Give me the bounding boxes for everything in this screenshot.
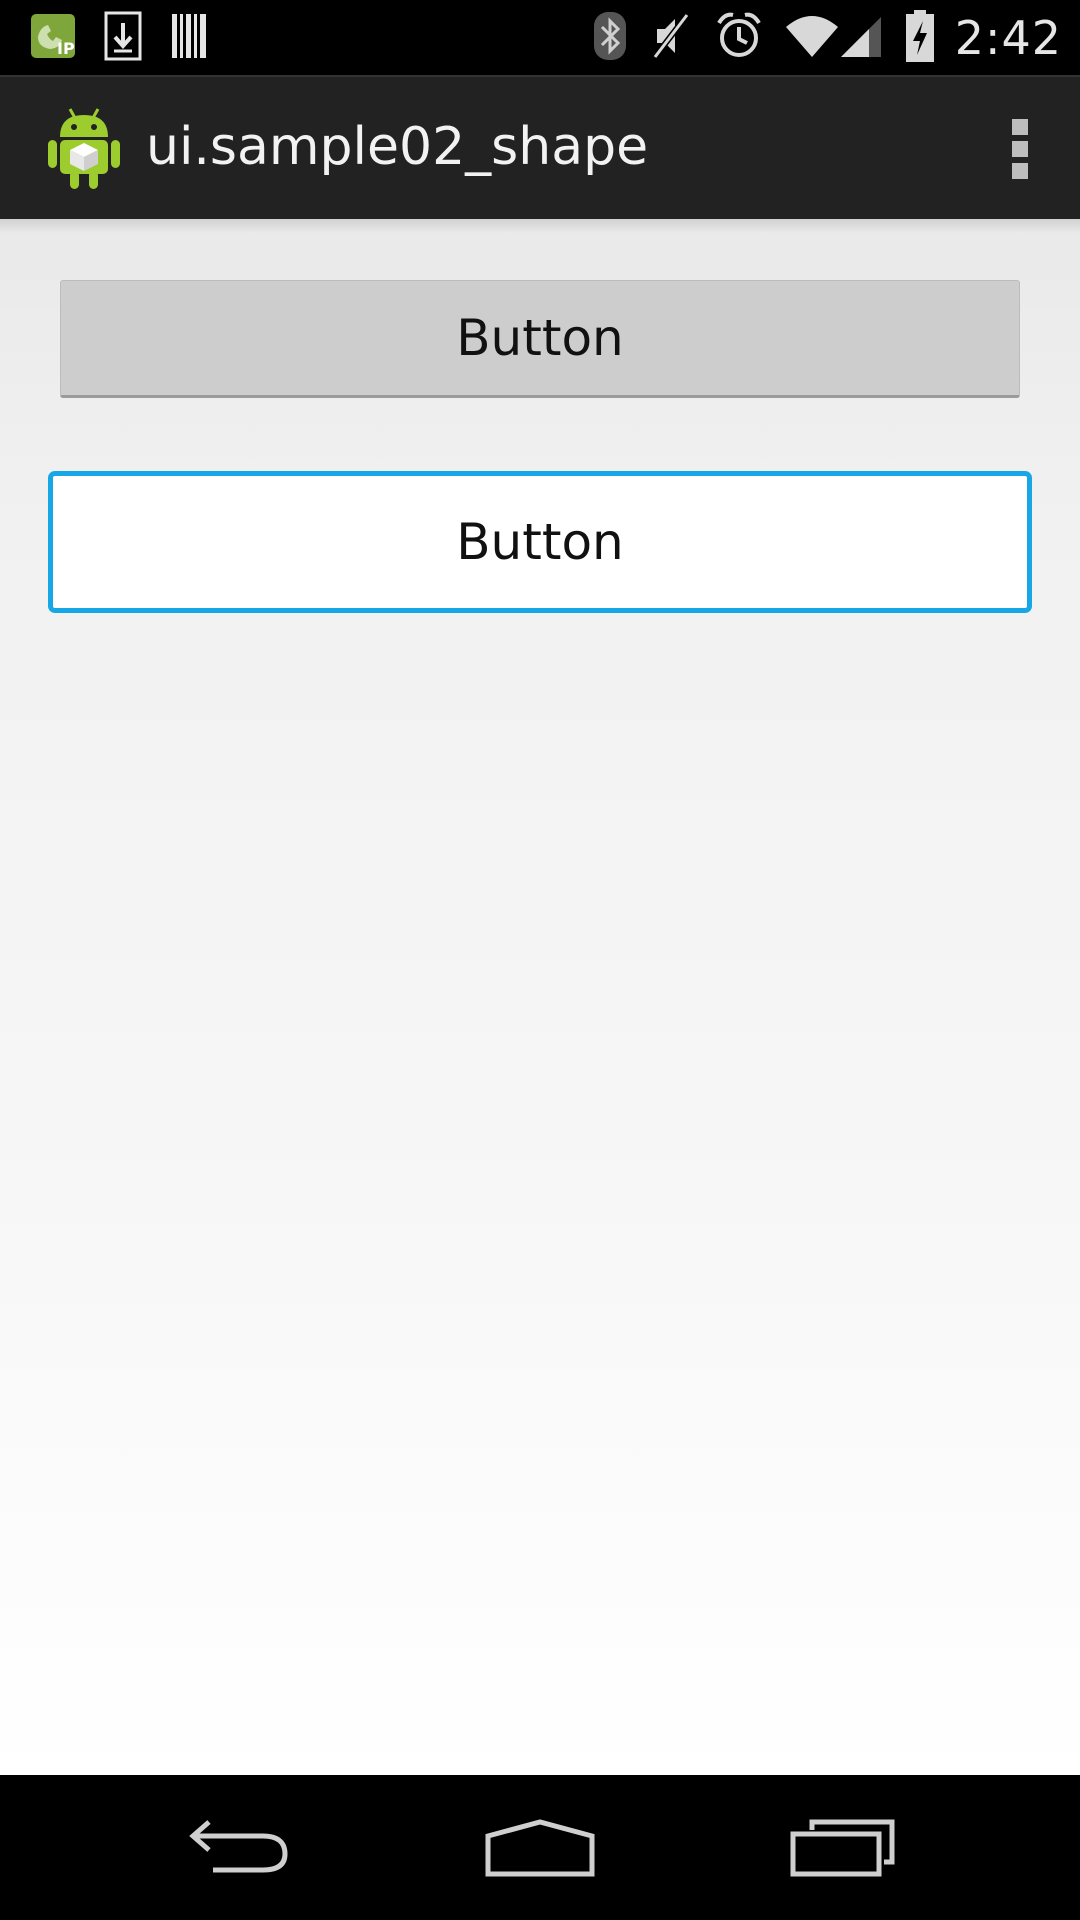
- barcode-icon: [170, 12, 210, 65]
- overflow-menu-icon[interactable]: [998, 113, 1042, 185]
- content-area: Button Button: [0, 219, 1080, 1775]
- download-icon: [104, 11, 142, 66]
- back-icon[interactable]: [180, 1811, 300, 1885]
- alarm-icon: [715, 11, 763, 66]
- voip-call-icon: IP: [30, 13, 76, 64]
- shape-button[interactable]: Button: [48, 471, 1032, 613]
- home-icon[interactable]: [480, 1811, 600, 1885]
- wifi-icon: [785, 13, 839, 64]
- action-bar: ui.sample02_shape: [0, 75, 1080, 219]
- app-title: ui.sample02_shape: [146, 117, 649, 177]
- android-app-icon: [46, 105, 122, 191]
- overflow-dot: [1012, 119, 1028, 135]
- notification-icons: IP: [30, 11, 238, 66]
- signal-icon: [839, 13, 883, 64]
- system-icons: 2:42: [571, 8, 1062, 68]
- navigation-bar: [0, 1775, 1080, 1920]
- mute-icon: [649, 11, 693, 66]
- bluetooth-icon: [593, 11, 627, 66]
- overflow-dot: [1012, 141, 1028, 157]
- overflow-dot: [1012, 163, 1028, 179]
- status-bar: IP 2:42: [0, 0, 1080, 75]
- default-button[interactable]: Button: [60, 280, 1020, 398]
- battery-charging-icon: [905, 9, 935, 68]
- status-bar-clock: 2:42: [954, 11, 1062, 65]
- svg-text:IP: IP: [57, 39, 75, 58]
- recents-icon[interactable]: [783, 1811, 903, 1885]
